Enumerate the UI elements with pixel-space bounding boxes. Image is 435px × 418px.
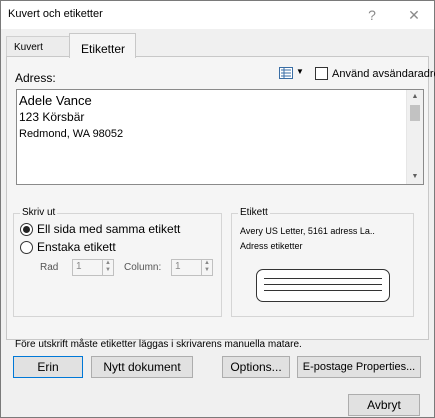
address-line-3: Redmond, WA 98052	[19, 128, 124, 140]
row-label: Rad	[40, 262, 59, 273]
tab-envelopes-label: Kuvert	[14, 42, 43, 53]
address-scrollbar[interactable]: ▲ ▼	[406, 90, 423, 184]
options-button[interactable]: Options...	[222, 356, 290, 378]
column-spinner[interactable]: 1 ▲ ▼	[171, 259, 213, 276]
use-return-address-label: Använd avsändaradress	[332, 68, 435, 80]
radio-selected-dot	[23, 226, 30, 233]
labels-panel: Adress: ▼ Använd avsändaradress Adele Va…	[6, 56, 435, 350]
address-textarea[interactable]: Adele Vance 123 Körsbär Redmond, WA 9805…	[16, 89, 424, 185]
full-page-label: Ell sida med samma etikett	[37, 222, 181, 236]
full-page-radio[interactable]	[20, 223, 33, 236]
label-group[interactable]: Etikett Avery US Letter, 5161 adress La.…	[231, 207, 414, 317]
print-button[interactable]: Erin	[13, 356, 83, 378]
dialog-title: Kuvert och etiketter	[8, 8, 103, 20]
tab-labels-label: Etiketter	[81, 42, 126, 56]
chevron-down-icon[interactable]: ▼	[296, 67, 304, 76]
cancel-button[interactable]: Avbryt	[348, 394, 420, 416]
row-spinner[interactable]: 1 ▲ ▼	[72, 259, 114, 276]
use-return-address-checkbox[interactable]	[315, 67, 328, 80]
preview-line	[264, 284, 382, 285]
close-button[interactable]: ✕	[400, 4, 428, 26]
label-name: Avery US Letter, 5161 adress La..	[240, 226, 375, 236]
manual-feed-note: Före utskrift måste etiketter läggas i s…	[15, 339, 302, 350]
address-label: Adress:	[15, 71, 56, 85]
title-bar: Kuvert och etiketter ? ✕	[1, 1, 434, 29]
label-description: Adress etiketter	[240, 241, 303, 251]
label-group-title: Etikett	[238, 207, 270, 218]
row-updown-icon[interactable]: ▲ ▼	[102, 260, 113, 275]
column-label: Column:	[124, 262, 162, 273]
envelopes-labels-dialog: Kuvert och etiketter ? ✕ Kuvert Etikette…	[0, 0, 435, 418]
tab-envelopes[interactable]: Kuvert	[6, 36, 70, 56]
scroll-down-icon[interactable]: ▼	[407, 170, 423, 184]
epostage-properties-button[interactable]: E-postage Properties...	[297, 356, 421, 378]
column-updown-icon[interactable]: ▲ ▼	[201, 260, 212, 275]
scroll-thumb[interactable]	[410, 105, 420, 121]
label-preview-image	[256, 269, 390, 302]
print-group: Skriv ut Ell sida med samma etikett Enst…	[13, 207, 222, 317]
tab-labels[interactable]: Etiketter	[69, 33, 136, 58]
address-line-2: 123 Körsbär	[19, 110, 85, 124]
preview-line	[264, 290, 382, 291]
single-label-radio[interactable]	[20, 241, 33, 254]
single-label-label: Enstaka etikett	[37, 240, 116, 254]
scroll-up-icon[interactable]: ▲	[407, 90, 423, 104]
column-value: 1	[175, 261, 181, 272]
print-group-title: Skriv ut	[20, 207, 58, 218]
new-document-button[interactable]: Nytt dokument	[91, 356, 193, 378]
address-book-icon[interactable]	[279, 67, 293, 79]
preview-line	[264, 278, 382, 279]
address-line-1: Adele Vance	[19, 93, 92, 108]
row-value: 1	[76, 261, 82, 272]
help-button[interactable]: ?	[358, 4, 386, 26]
